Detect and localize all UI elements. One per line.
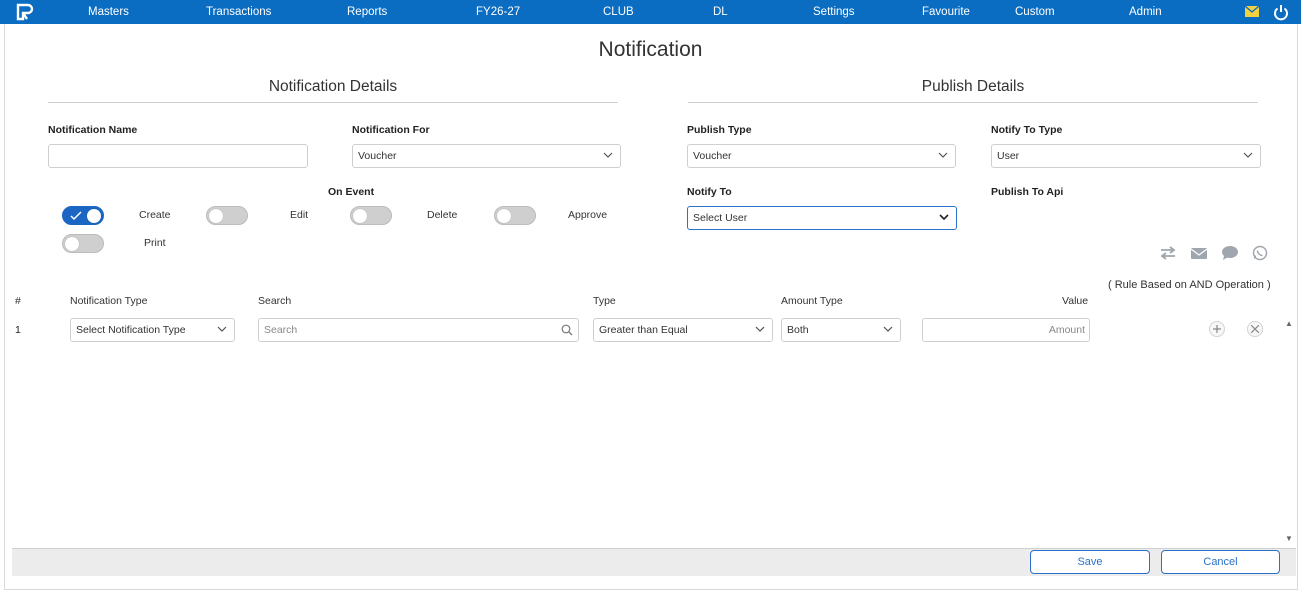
notify-to-type-select[interactable]: User: [991, 144, 1261, 168]
nav-favourite[interactable]: Favourite: [922, 0, 970, 24]
chevron-down-icon: [883, 326, 893, 332]
nav-reports[interactable]: Reports: [347, 0, 387, 24]
approve-label: Approve: [568, 209, 608, 221]
notify-to-label: Notify To: [687, 186, 732, 198]
notification-for-value: Voucher: [358, 150, 397, 162]
approve-toggle[interactable]: [494, 206, 536, 225]
publish-type-select[interactable]: Voucher: [687, 144, 956, 168]
app-logo-icon[interactable]: [16, 3, 34, 21]
nav-custom[interactable]: Custom: [1015, 0, 1055, 24]
search-placeholder: Search: [264, 324, 298, 336]
power-icon[interactable]: [1273, 3, 1289, 21]
divider: [688, 102, 1258, 103]
notification-type-select[interactable]: Select Notification Type: [70, 318, 235, 342]
notification-for-select[interactable]: Voucher: [352, 144, 621, 168]
delete-toggle[interactable]: [350, 206, 392, 225]
notification-name-input[interactable]: [48, 144, 308, 168]
scroll-up-arrow-icon[interactable]: ▲: [1285, 319, 1293, 328]
toggle-knob: [209, 209, 223, 223]
add-row-button[interactable]: [1209, 321, 1225, 337]
amount-type-select[interactable]: Both: [781, 318, 901, 342]
remove-row-button[interactable]: [1247, 321, 1263, 337]
row-number: 1: [15, 324, 21, 336]
column-header-number: #: [15, 295, 21, 307]
toggle-knob: [87, 209, 101, 223]
notify-to-type-value: User: [997, 150, 1020, 162]
nav-fiscal-year[interactable]: FY26-27: [476, 0, 520, 24]
delete-label: Delete: [427, 209, 458, 221]
transfer-icon[interactable]: [1159, 245, 1177, 261]
notify-to-type-label: Notify To Type: [991, 124, 1063, 136]
chevron-down-icon: [217, 326, 227, 332]
notification-name-label: Notification Name: [48, 124, 138, 136]
column-header-type: Type: [593, 295, 616, 307]
type-value: Greater than Equal: [599, 324, 688, 336]
publish-type-label: Publish Type: [687, 124, 752, 136]
chevron-down-icon: [938, 152, 948, 158]
amount-type-value: Both: [787, 324, 809, 336]
create-toggle[interactable]: [62, 206, 104, 225]
edit-toggle[interactable]: [206, 206, 248, 225]
chevron-down-icon: [1243, 152, 1253, 158]
nav-admin[interactable]: Admin: [1129, 0, 1162, 24]
close-icon: [1251, 325, 1259, 333]
toggle-knob: [353, 209, 367, 223]
mail-icon[interactable]: [1244, 3, 1260, 21]
publish-to-api-label: Publish To Api: [991, 186, 1064, 198]
email-icon[interactable]: [1190, 245, 1208, 261]
rule-note: ( Rule Based on AND Operation ): [1108, 279, 1271, 291]
print-label: Print: [144, 237, 166, 249]
top-navbar: Masters Transactions Reports FY26-27 CLU…: [0, 0, 1301, 24]
scroll-down-arrow-icon[interactable]: ▼: [1285, 534, 1293, 543]
create-label: Create: [139, 209, 171, 221]
amount-input[interactable]: Amount: [922, 318, 1090, 342]
toggle-knob: [65, 237, 79, 251]
nav-dl[interactable]: DL: [713, 0, 728, 24]
plus-icon: [1213, 325, 1221, 333]
notify-to-value: Select User: [693, 212, 748, 224]
nav-transactions[interactable]: Transactions: [206, 0, 271, 24]
notification-for-label: Notification For: [352, 124, 430, 136]
toggle-knob: [497, 209, 511, 223]
print-toggle[interactable]: [62, 234, 104, 253]
type-select[interactable]: Greater than Equal: [593, 318, 773, 342]
nav-masters[interactable]: Masters: [88, 0, 129, 24]
page-title: Notification: [598, 38, 703, 61]
amount-placeholder: Amount: [1048, 324, 1085, 336]
cancel-button[interactable]: Cancel: [1161, 550, 1280, 574]
content-frame: [4, 24, 1298, 590]
whatsapp-icon[interactable]: [1251, 245, 1269, 261]
divider: [48, 102, 618, 103]
notification-type-value: Select Notification Type: [76, 324, 186, 336]
chevron-down-icon: [603, 152, 613, 158]
check-icon: [70, 211, 82, 221]
on-event-label: On Event: [328, 186, 375, 198]
chevron-down-icon: [755, 326, 765, 332]
search-icon[interactable]: [561, 324, 573, 336]
chat-icon[interactable]: [1221, 245, 1239, 261]
chevron-down-icon: [939, 214, 949, 221]
publish-type-value: Voucher: [693, 150, 732, 162]
notify-to-select[interactable]: Select User: [687, 206, 957, 230]
edit-label: Edit: [290, 209, 309, 221]
nav-settings[interactable]: Settings: [813, 0, 855, 24]
column-header-value: Value: [1062, 295, 1089, 307]
column-header-amount-type: Amount Type: [781, 295, 843, 307]
column-header-notification-type: Notification Type: [70, 295, 148, 307]
search-field[interactable]: Search: [258, 318, 579, 342]
nav-club[interactable]: CLUB: [603, 0, 634, 24]
save-button[interactable]: Save: [1030, 550, 1150, 574]
column-header-search: Search: [258, 295, 292, 307]
notification-details-heading: Notification Details: [268, 78, 398, 95]
publish-details-heading: Publish Details: [921, 78, 1025, 95]
